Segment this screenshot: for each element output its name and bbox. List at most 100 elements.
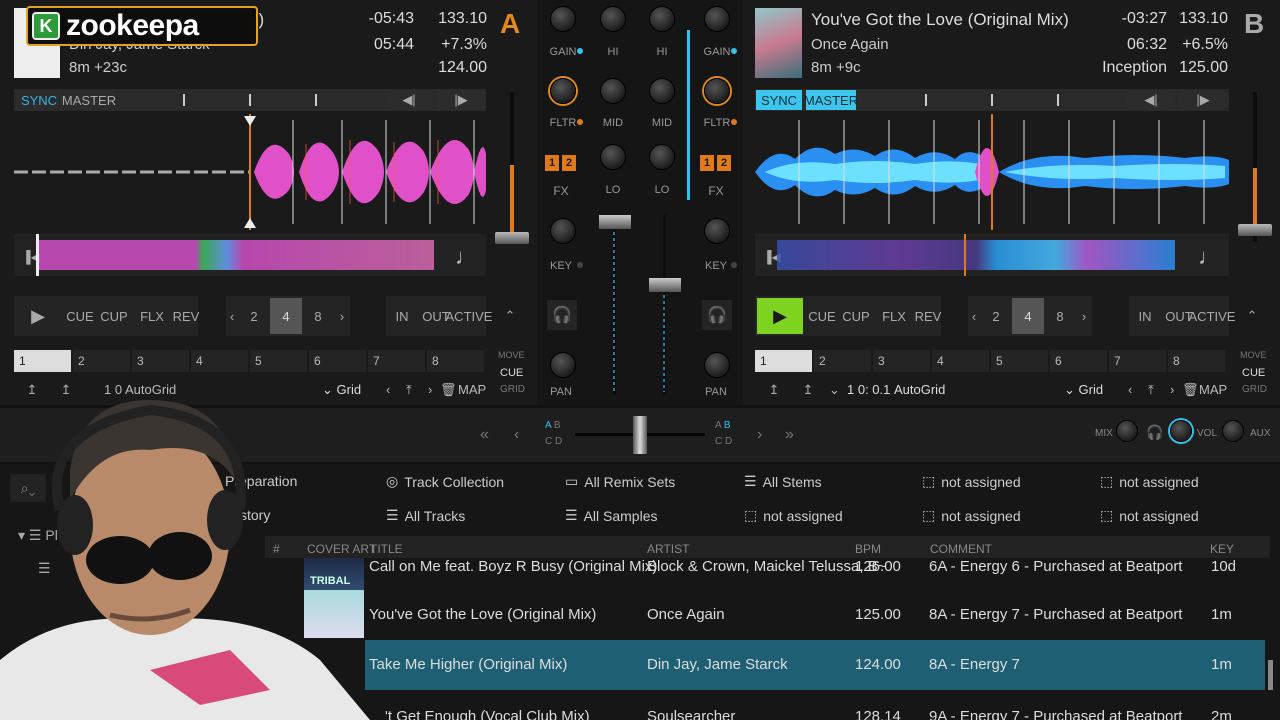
favorite-all-samples[interactable]: ☰ All Samples bbox=[565, 507, 657, 524]
deck-a-loop-active-button[interactable]: ACTIVE bbox=[446, 302, 493, 330]
favorite-all-stems[interactable]: ☰ All Stems bbox=[744, 473, 822, 490]
mixer-b-gain-knob[interactable] bbox=[704, 6, 730, 32]
favorite-all-remix-sets[interactable]: ▭ All Remix Sets bbox=[565, 473, 675, 490]
deck-b-cue-6[interactable]: 6 bbox=[1050, 350, 1107, 372]
deck-a-collapse-icon[interactable]: ⌃ bbox=[500, 304, 520, 328]
crossfader-left-icon[interactable]: « bbox=[480, 426, 489, 444]
deck-a-cue-marker-icon[interactable]: ⤒ bbox=[406, 382, 412, 398]
deck-b-beatjump-fwd-button[interactable]: |▶ bbox=[1179, 90, 1227, 110]
deck-a-loop-prev-icon[interactable]: ‹ bbox=[226, 302, 238, 330]
deck-a-beatjump-back-button[interactable]: ◀| bbox=[385, 90, 433, 110]
deck-a-cue-button[interactable]: CUE bbox=[64, 302, 96, 330]
deck-a-map-button[interactable]: MAP bbox=[458, 382, 486, 397]
mixer-a-pan-knob[interactable] bbox=[550, 352, 576, 378]
mixer-a-fx2-button[interactable]: 2 bbox=[562, 155, 576, 171]
favorite-all-tracks[interactable]: ☰ All Tracks bbox=[386, 507, 465, 524]
deck-b-loop-in-button[interactable]: IN bbox=[1131, 302, 1159, 330]
deck-a-cue-next-icon[interactable]: › bbox=[428, 382, 432, 397]
mixer-a-lo-knob[interactable] bbox=[600, 144, 626, 170]
crossfader-left-assign[interactable]: A BC D bbox=[545, 418, 565, 450]
master-mix-knob[interactable] bbox=[1116, 420, 1138, 442]
deck-b-loop-active-button[interactable]: ACTIVE bbox=[1189, 302, 1236, 330]
col-comment[interactable]: COMMENT bbox=[930, 542, 992, 556]
mixer-b-filter-knob[interactable] bbox=[704, 78, 730, 104]
deck-a-flux-button[interactable]: FLX bbox=[136, 302, 168, 330]
deck-a-beatjump-fwd-button[interactable]: |▶ bbox=[437, 90, 485, 110]
mixer-a-gain-knob[interactable] bbox=[550, 6, 576, 32]
favorite-slot-6[interactable]: ⬚ not assigned bbox=[1100, 473, 1199, 490]
deck-b-cue-next-icon[interactable]: › bbox=[1170, 382, 1174, 397]
track-list-scrollbar[interactable] bbox=[1268, 660, 1273, 690]
trash-icon[interactable]: 🗑 bbox=[440, 382, 457, 398]
deck-b-collapse-icon[interactable]: ⌃ bbox=[1242, 304, 1262, 328]
col-bpm[interactable]: BPM bbox=[855, 542, 881, 556]
deck-a-tempo-fader[interactable] bbox=[495, 232, 529, 244]
trash-icon[interactable]: 🗑 bbox=[1182, 382, 1199, 398]
deck-a-cue-8[interactable]: 8 bbox=[427, 350, 484, 372]
deck-a-move-cue-button[interactable]: CUE bbox=[500, 367, 523, 379]
deck-b-move-cue-button[interactable]: CUE bbox=[1242, 367, 1265, 379]
deck-b-reverse-button[interactable]: REV bbox=[912, 302, 944, 330]
col-artist[interactable]: ARTIST bbox=[647, 542, 689, 556]
deck-a-loop-next-icon[interactable]: › bbox=[336, 302, 348, 330]
deck-b-beatjump-back-button[interactable]: ◀| bbox=[1127, 90, 1175, 110]
col-key[interactable]: KEY bbox=[1210, 542, 1234, 556]
favorite-slot-11[interactable]: ⬚ not assigned bbox=[922, 507, 1021, 524]
deck-b-cue-button[interactable]: CUE bbox=[806, 302, 838, 330]
deck-b-loop-size-2[interactable]: 2 bbox=[982, 302, 1010, 330]
mixer-a-fx1-button[interactable]: 1 bbox=[545, 155, 559, 171]
deck-a-move-grid-button[interactable]: GRID bbox=[500, 384, 525, 395]
deck-a-play-button[interactable]: ▶ bbox=[18, 300, 58, 332]
mixer-a-filter-knob[interactable] bbox=[550, 78, 576, 104]
mixer-a-key-knob[interactable] bbox=[550, 218, 576, 244]
deck-b-cup-button[interactable]: CUP bbox=[840, 302, 872, 330]
crossfader-right-assign[interactable]: A BC D bbox=[715, 418, 735, 450]
mixer-a-mid-knob[interactable] bbox=[600, 78, 626, 104]
mixer-a-hi-knob[interactable] bbox=[600, 6, 626, 32]
mixer-b-hi-knob[interactable] bbox=[649, 6, 675, 32]
deck-a-reverse-button[interactable]: REV bbox=[170, 302, 202, 330]
deck-b-cue-1[interactable]: 1 bbox=[755, 350, 812, 372]
deck-b-grid-tool-icon[interactable]: ↥ bbox=[760, 380, 788, 400]
deck-b-loop-next-icon[interactable]: › bbox=[1078, 302, 1090, 330]
deck-b-sync-button[interactable]: SYNC bbox=[756, 90, 802, 110]
mixer-b-headphone-button[interactable]: 🎧 bbox=[702, 300, 732, 330]
deck-a-loop-size-2[interactable]: 2 bbox=[240, 302, 268, 330]
deck-b-cue-3[interactable]: 3 bbox=[873, 350, 930, 372]
mixer-b-lo-knob[interactable] bbox=[649, 144, 675, 170]
favorite-slot-12[interactable]: ⬚ not assigned bbox=[1100, 507, 1199, 524]
mixer-b-volume-fader[interactable] bbox=[649, 278, 681, 292]
deck-b-map-button[interactable]: MAP bbox=[1199, 382, 1227, 397]
deck-b-cue-5[interactable]: 5 bbox=[991, 350, 1048, 372]
chevron-down-icon[interactable]: ⌄ bbox=[829, 382, 840, 398]
mixer-b-key-knob[interactable] bbox=[704, 218, 730, 244]
deck-b-grid-select[interactable]: ⌄ Grid bbox=[1064, 382, 1103, 398]
favorite-slot-10[interactable]: ⬚ not assigned bbox=[744, 507, 843, 524]
deck-a-sync-button[interactable]: SYNC bbox=[16, 90, 62, 110]
mixer-a-volume-fader[interactable] bbox=[599, 215, 631, 229]
deck-b-play-button[interactable]: ▶ bbox=[757, 298, 803, 334]
deck-b-cue-prev-icon[interactable]: ‹ bbox=[1128, 382, 1132, 397]
mixer-a-headphone-button[interactable]: 🎧 bbox=[547, 300, 577, 330]
master-aux-knob[interactable] bbox=[1222, 420, 1244, 442]
deck-b-loop-size-4[interactable]: 4 bbox=[1012, 298, 1044, 334]
deck-b-loop-prev-icon[interactable]: ‹ bbox=[968, 302, 980, 330]
deck-b-cue-marker-icon[interactable]: ⤒ bbox=[1148, 382, 1154, 398]
crossfader-handle[interactable] bbox=[633, 416, 647, 454]
deck-b-master-button[interactable]: MASTER bbox=[804, 90, 858, 110]
deck-a-waveform[interactable] bbox=[14, 114, 486, 230]
deck-b-move-grid-button[interactable]: GRID bbox=[1242, 384, 1267, 395]
deck-a-cue-prev-icon[interactable]: ‹ bbox=[386, 382, 390, 397]
table-row-selected[interactable]: Take Me Higher (Original Mix) Din Jay, J… bbox=[365, 640, 1265, 690]
deck-a-loop-in-button[interactable]: IN bbox=[388, 302, 416, 330]
mixer-b-mid-knob[interactable] bbox=[649, 78, 675, 104]
deck-b-cue-2[interactable]: 2 bbox=[814, 350, 871, 372]
crossfader-right-icon[interactable]: » bbox=[785, 426, 794, 444]
master-cue-knob[interactable] bbox=[1170, 420, 1192, 442]
favorite-track-collection[interactable]: ◎ Track Collection bbox=[386, 473, 504, 490]
deck-b-tempo-fader[interactable] bbox=[1238, 224, 1272, 236]
deck-b-loop-size-8[interactable]: 8 bbox=[1046, 302, 1074, 330]
table-row[interactable]: 't Get Enough (Vocal Club Mix) Soulsearc… bbox=[365, 700, 1265, 720]
crossfader-nudge-right-icon[interactable]: › bbox=[757, 426, 762, 444]
deck-a-master-button[interactable]: MASTER bbox=[62, 90, 116, 110]
